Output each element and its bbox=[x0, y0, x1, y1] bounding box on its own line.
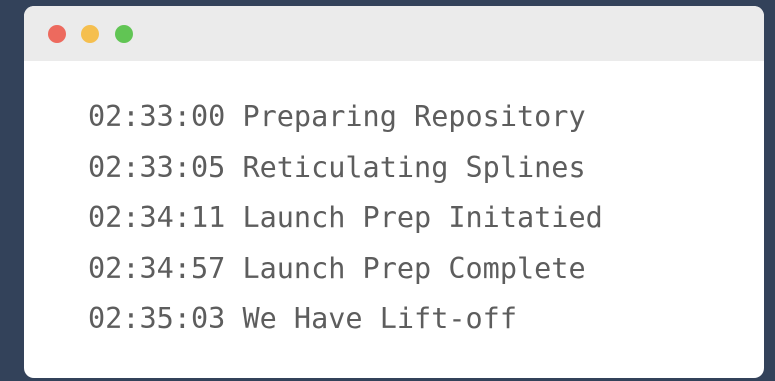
log-message: Launch Prep Initatied bbox=[242, 201, 603, 234]
log-message: Launch Prep Complete bbox=[242, 251, 586, 285]
log-line: 02:34:11 Launch Prep Initatied bbox=[88, 193, 764, 244]
log-line: 02:33:05 Reticulating Splines bbox=[88, 143, 764, 194]
log-line: 02:33:00 Preparing Repository bbox=[88, 92, 764, 143]
log-timestamp: 02:33:05 bbox=[88, 150, 226, 184]
log-timestamp: 02:34:57 bbox=[88, 251, 226, 285]
log-message: Reticulating Splines bbox=[242, 150, 586, 184]
log-message: Preparing Repository bbox=[242, 100, 586, 133]
log-line: 02:34:57 Launch Prep Complete bbox=[88, 244, 764, 295]
console-output: 02:33:00 Preparing Repository 02:33:05 R… bbox=[88, 92, 764, 345]
log-line: 02:35:03 We Have Lift-off bbox=[88, 294, 764, 345]
terminal-window: 02:33:00 Preparing Repository 02:33:05 R… bbox=[24, 6, 764, 378]
log-message: We Have Lift-off bbox=[242, 302, 517, 335]
log-timestamp: 02:35:03 bbox=[88, 302, 226, 335]
zoom-window-button[interactable] bbox=[115, 25, 133, 43]
window-titlebar bbox=[24, 6, 764, 61]
log-timestamp: 02:34:11 bbox=[88, 201, 226, 234]
log-timestamp: 02:33:00 bbox=[88, 100, 226, 133]
minimize-window-button[interactable] bbox=[81, 25, 99, 43]
close-window-button[interactable] bbox=[48, 25, 66, 43]
